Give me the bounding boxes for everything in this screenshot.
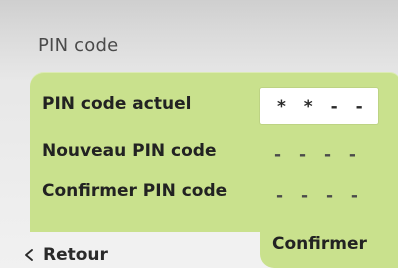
chevron-left-icon — [22, 248, 36, 262]
current-pin-label: PIN code actuel — [42, 94, 192, 114]
back-button[interactable]: Retour — [22, 245, 108, 265]
new-pin-label: Nouveau PIN code — [42, 141, 217, 161]
page-title: PIN code — [38, 35, 119, 56]
confirm-button[interactable]: Confirmer — [272, 234, 367, 254]
back-button-label: Retour — [43, 245, 108, 265]
new-pin-field[interactable]: - - - - — [274, 145, 362, 165]
confirm-pin-field[interactable]: - - - - — [276, 186, 364, 206]
current-pin-value[interactable]: * * - - — [277, 97, 369, 117]
confirm-pin-label: Confirmer PIN code — [42, 181, 228, 201]
pin-code-screen: PIN code PIN code actuel * * - - Nouveau… — [0, 0, 398, 268]
